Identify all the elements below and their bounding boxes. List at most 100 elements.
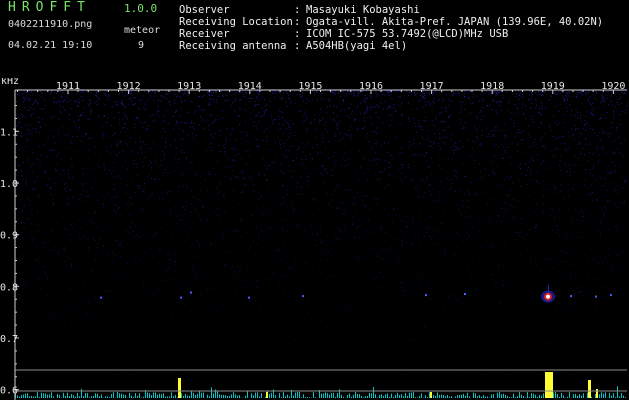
noise-speck [88,149,90,151]
noise-speck [561,261,563,263]
noise-speck [507,253,509,255]
noise-speck [197,331,199,333]
noise-speck [464,108,466,110]
noise-speck [498,101,500,103]
noise-speck [223,194,225,195]
noise-speck [460,101,462,103]
noise-speck [449,313,451,315]
noise-speck [491,274,493,276]
noise-speck [479,93,481,95]
noise-speck [50,345,52,347]
noise-speck [525,118,527,120]
noise-speck [328,141,330,143]
noise-speck [559,217,560,219]
echo-dot [302,295,304,298]
noise-speck [625,109,627,111]
noise-speck [375,104,377,106]
noise-speck [360,113,362,115]
signal-noise-bar [605,392,606,398]
noise-speck [588,278,589,280]
noise-speck [428,93,430,94]
noise-speck [572,264,574,266]
signal-noise-bar [595,394,596,398]
noise-speck [20,132,22,134]
signal-noise-bar [123,394,124,398]
signal-noise-bar [411,392,412,398]
noise-speck [453,348,455,349]
noise-speck [618,207,620,209]
noise-speck [152,120,154,122]
noise-speck [609,219,611,221]
noise-speck [292,160,294,162]
noise-speck [102,339,104,341]
noise-speck [78,126,80,128]
noise-speck [525,174,527,176]
noise-speck [618,137,620,139]
noise-speck [30,333,32,334]
noise-speck [323,182,325,184]
noise-speck [517,143,518,145]
noise-speck [42,266,44,268]
signal-noise-bar [511,397,512,398]
noise-speck [114,211,116,213]
noise-speck [251,177,252,179]
signal-noise-bar [93,396,94,398]
noise-speck [365,281,366,283]
noise-speck [374,279,376,280]
noise-speck [559,250,561,251]
noise-speck [401,348,403,350]
noise-speck [478,111,480,113]
noise-speck [504,150,506,151]
noise-speck [575,209,577,211]
noise-speck [531,97,533,99]
noise-speck [605,216,607,218]
noise-speck [326,192,328,194]
noise-speck [566,107,568,109]
noise-speck [128,103,130,105]
noise-speck [198,96,200,98]
noise-speck [585,138,587,140]
noise-speck [49,186,51,188]
noise-speck [240,131,242,133]
noise-speck [620,152,621,154]
noise-speck [153,179,155,180]
noise-speck [156,187,158,189]
noise-speck [613,273,615,275]
noise-speck [335,160,337,162]
noise-speck [223,195,225,197]
noise-speck [543,160,545,161]
noise-speck [593,314,595,316]
noise-speck [490,244,492,246]
noise-speck [587,92,589,94]
noise-speck [44,170,46,171]
signal-noise-bar [31,395,32,398]
noise-speck [340,139,342,141]
echo-dot [100,296,102,299]
noise-speck [595,179,597,181]
noise-speck [158,115,160,117]
signal-noise-bar [469,396,470,398]
noise-speck [62,285,64,287]
noise-speck [178,134,180,136]
noise-speck [155,160,157,162]
noise-speck [207,92,209,93]
noise-speck [47,156,49,158]
file-name: 0402211910.png [8,19,93,30]
noise-speck [606,98,608,99]
noise-speck [291,145,293,147]
noise-speck [388,95,390,97]
noise-speck [339,230,341,232]
noise-speck [331,368,333,370]
echo-dot [595,295,597,298]
noise-speck [414,186,416,188]
noise-speck [44,171,46,173]
noise-speck [126,128,128,130]
noise-speck [554,92,556,94]
signal-noise-bar [323,393,324,398]
noise-speck [355,320,357,322]
noise-speck [150,177,152,179]
noise-speck [401,122,403,124]
noise-speck [559,122,561,124]
noise-speck [69,234,71,236]
noise-speck [164,141,166,142]
